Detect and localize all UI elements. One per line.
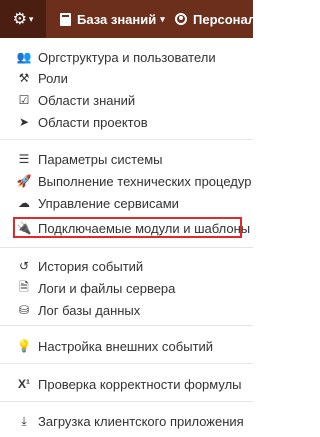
menu-item-event-history[interactable]: ↺ История событий xyxy=(0,256,253,276)
menu-item-label: Лог базы данных xyxy=(38,302,141,318)
menu-divider xyxy=(0,247,253,248)
menu-item-label: Области знаний xyxy=(38,92,136,108)
check-square-icon: ☑ xyxy=(18,93,30,107)
menu-item-label: Настройка внешних событий xyxy=(38,338,214,354)
knowledge-base-menu[interactable]: База знаний ▾ xyxy=(60,0,165,38)
menu-item-label: Проверка корректности формулы xyxy=(38,376,242,392)
menu-divider xyxy=(0,363,253,364)
menu-item-org-structure[interactable]: 👥 Оргструктура и пользователи xyxy=(0,47,253,67)
list-icon: ☰ xyxy=(18,152,30,166)
paper-plane-icon: ➤ xyxy=(18,115,30,129)
personal-menu[interactable]: Персонал xyxy=(175,0,256,38)
menu-item-formula-check[interactable]: X¹ Проверка корректности формулы xyxy=(0,374,253,394)
history-icon: ↺ xyxy=(18,259,30,273)
menu-item-client-download[interactable]: ⤓ Загрузка клиентского приложения xyxy=(0,411,253,431)
menu-item-label: Загрузка клиентского приложения xyxy=(38,413,244,429)
menu-item-roles[interactable]: ⚒ Роли xyxy=(0,68,253,88)
caret-down-icon: ▾ xyxy=(28,13,34,24)
gavel-icon: ⚒ xyxy=(18,71,30,85)
top-navbar: ⚙ ▾ База знаний ▾ Персонал xyxy=(0,0,256,38)
users-icon: 👥 xyxy=(16,50,32,64)
settings-dropdown-menu: 👥 Оргструктура и пользователи ⚒ Роли ☑ О… xyxy=(0,38,253,437)
lightbulb-icon: 💡 xyxy=(16,339,32,353)
menu-item-knowledge-areas[interactable]: ☑ Области знаний xyxy=(0,90,253,110)
menu-item-external-events[interactable]: 💡 Настройка внешних событий xyxy=(0,336,253,356)
menu-item-label: Управление сервисами xyxy=(38,195,179,211)
menu-item-server-logs[interactable]: 🗎 Логи и файлы сервера xyxy=(0,278,253,298)
file-icon: 🗎 xyxy=(19,279,29,294)
menu-item-label: История событий xyxy=(38,258,144,274)
menu-item-service-management[interactable]: ☁ Управление сервисами xyxy=(0,193,253,213)
menu-item-label: Роли xyxy=(38,70,68,86)
download-icon: ⤓ xyxy=(21,413,27,428)
settings-menu-toggle[interactable]: ⚙ ▾ xyxy=(0,0,46,38)
database-icon: ⛁ xyxy=(18,303,30,317)
menu-divider xyxy=(0,139,253,140)
highlight-frame xyxy=(13,217,242,238)
personal-label: Персонал xyxy=(193,11,257,27)
menu-divider xyxy=(0,401,253,402)
menu-item-system-params[interactable]: ☰ Параметры системы xyxy=(0,149,253,169)
menu-item-label: Параметры системы xyxy=(38,151,163,167)
caret-down-icon: ▾ xyxy=(160,13,165,24)
user-circle-icon xyxy=(175,13,187,25)
menu-item-project-areas[interactable]: ➤ Области проектов xyxy=(0,112,253,132)
gear-icon: ⚙ xyxy=(12,11,27,28)
menu-item-db-log[interactable]: ⛁ Лог базы данных xyxy=(0,300,253,320)
menu-item-label: Выполнение технических процедур xyxy=(38,173,252,189)
menu-item-label: Оргструктура и пользователи xyxy=(38,49,216,65)
book-icon xyxy=(60,12,71,26)
menu-item-label: Логи и файлы сервера xyxy=(38,280,176,296)
rocket-icon: 🚀 xyxy=(16,174,32,188)
menu-item-label: Области проектов xyxy=(38,114,148,130)
superscript-icon: X¹ xyxy=(18,377,30,391)
cloud-icon: ☁ xyxy=(18,196,30,210)
menu-item-technical-procedures[interactable]: 🚀 Выполнение технических процедур xyxy=(0,171,253,191)
menu-divider xyxy=(0,325,253,326)
knowledge-base-label: База знаний xyxy=(77,11,157,27)
